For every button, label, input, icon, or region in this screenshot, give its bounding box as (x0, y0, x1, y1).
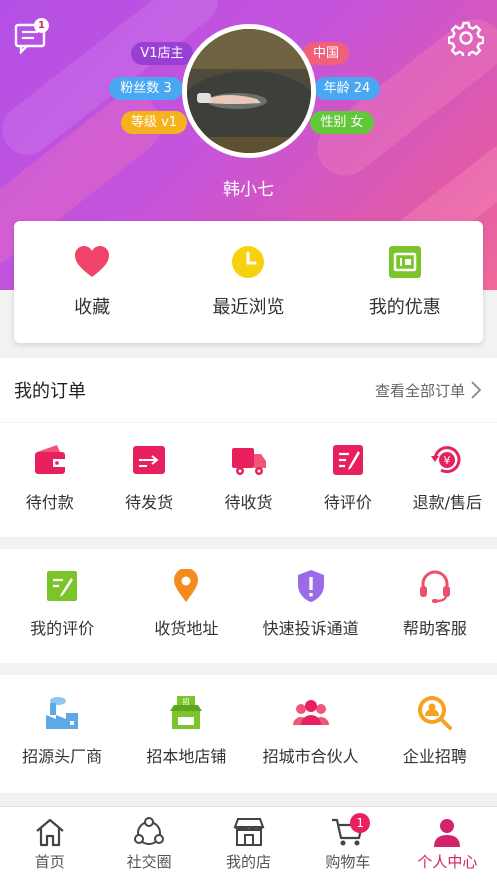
tab-social-label: 社交圈 (126, 853, 172, 871)
wallet-icon (34, 445, 65, 474)
tab-cart-label: 购物车 (325, 853, 371, 871)
job-recruitment-button[interactable]: 企业招聘 (373, 695, 497, 767)
pending-payment-button[interactable]: 待付款 (0, 443, 99, 513)
ship-box-icon (133, 446, 166, 474)
gear-icon (447, 21, 485, 59)
partners-icon (292, 700, 329, 725)
tab-cart[interactable]: 购物车 1 (298, 807, 397, 883)
username: 韩小七 (223, 180, 274, 200)
recent-views-label: 最近浏览 (212, 297, 285, 318)
my-reviews-button[interactable]: 我的评价 (0, 569, 124, 639)
user-icon (434, 819, 461, 847)
recruit-local-shop-label: 招本地店铺 (146, 747, 227, 766)
pending-receipt-button[interactable]: 待收货 (199, 443, 298, 513)
my-reviews-label: 我的评价 (30, 619, 95, 638)
user-level-tag: 等级 v1 (121, 111, 187, 134)
recruit-partner-label: 招城市合伙人 (262, 747, 359, 766)
customer-service-label: 帮助客服 (402, 619, 467, 638)
cart-count-badge: 1 (350, 813, 371, 833)
tab-profile-label: 个人中心 (417, 853, 478, 871)
favorites-label: 收藏 (74, 297, 111, 318)
shipping-address-button[interactable]: 收货地址 (124, 569, 248, 639)
refund-icon: ¥ (431, 446, 461, 474)
customer-service-button[interactable]: 帮助客服 (373, 569, 497, 639)
orders-header: 我的订单 查看全部订单 (0, 358, 497, 422)
recruit-local-shop-button[interactable]: 招 招本地店铺 (124, 695, 248, 767)
tab-home[interactable]: 首页 (0, 807, 99, 883)
fans-count-tag: 粉丝数 3 (109, 77, 183, 100)
gender-tag: 性别 女 (310, 111, 374, 134)
search-person-icon (417, 696, 452, 730)
svg-text:招: 招 (183, 697, 190, 706)
recruit-factory-button[interactable]: 招源头厂商 (0, 695, 124, 767)
job-recruitment-label: 企业招聘 (402, 747, 467, 766)
coupon-icon (388, 246, 421, 278)
services-row: 我的评价 收货地址 快速投诉通道 帮助客服 (0, 549, 497, 663)
pending-review-button[interactable]: 待评价 (298, 443, 397, 513)
headset-icon (419, 570, 450, 603)
recent-views-button[interactable]: 最近浏览 (170, 221, 326, 343)
settings-button[interactable] (447, 20, 485, 59)
store-icon (233, 818, 264, 846)
review-icon (332, 445, 363, 475)
shop-icon: 招 (170, 696, 203, 729)
pending-review-label: 待评价 (323, 493, 372, 512)
complaint-channel-button[interactable]: 快速投诉通道 (249, 569, 373, 639)
message-count-badge: 1 (34, 18, 49, 33)
tab-profile[interactable]: 个人中心 (398, 807, 497, 883)
truck-icon (231, 448, 266, 475)
pending-receipt-label: 待收货 (224, 493, 273, 512)
order-status-row: 待付款 待发货 待收货 待评价 ¥ 退款/售后 (0, 423, 497, 537)
refund-aftersale-button[interactable]: ¥ 退款/售后 (398, 443, 497, 513)
factory-icon (46, 697, 79, 729)
view-all-orders-label: 查看全部订单 (374, 381, 465, 400)
complaint-shield-icon (297, 570, 324, 602)
home-icon (35, 818, 64, 847)
view-all-orders-link[interactable]: 查看全部订单 (375, 380, 483, 401)
tab-social[interactable]: 社交圈 (99, 807, 198, 883)
country-tag: 中国 (303, 42, 349, 65)
pending-shipment-button[interactable]: 待发货 (99, 443, 198, 513)
quick-access-card: 收藏 最近浏览 我的优惠 (14, 221, 483, 343)
shop-level-tag: V1店主 (131, 42, 193, 65)
avatar[interactable] (182, 24, 316, 158)
svg-text:¥: ¥ (444, 454, 451, 467)
recruit-factory-label: 招源头厂商 (22, 747, 103, 766)
age-tag: 年龄 24 (314, 77, 380, 100)
pending-shipment-label: 待发货 (125, 493, 174, 512)
favorites-button[interactable]: 收藏 (14, 221, 170, 343)
my-coupons-button[interactable]: 我的优惠 (327, 221, 483, 343)
edit-icon (47, 571, 78, 601)
complaint-channel-label: 快速投诉通道 (262, 619, 359, 638)
bottom-tab-bar: 首页 社交圈 我的店 购物车 1 个人中心 (0, 806, 497, 883)
my-coupons-label: 我的优惠 (368, 297, 441, 318)
pending-payment-label: 待付款 (25, 493, 74, 512)
chevron-right-icon (471, 381, 482, 399)
refund-aftersale-label: 退款/售后 (412, 493, 483, 512)
tab-home-label: 首页 (34, 853, 65, 871)
tab-my-store-label: 我的店 (226, 853, 272, 871)
avatar-photo (187, 29, 311, 153)
shipping-address-label: 收货地址 (154, 619, 219, 638)
heart-icon (75, 246, 110, 277)
location-icon (174, 569, 199, 602)
orders-title: 我的订单 (14, 381, 86, 402)
tab-my-store[interactable]: 我的店 (199, 807, 298, 883)
clock-icon (232, 246, 265, 278)
recruit-row: 招源头厂商 招 招本地店铺 招城市合伙人 企业招聘 (0, 675, 497, 793)
social-icon (134, 817, 165, 845)
recruit-partner-button[interactable]: 招城市合伙人 (249, 695, 373, 767)
